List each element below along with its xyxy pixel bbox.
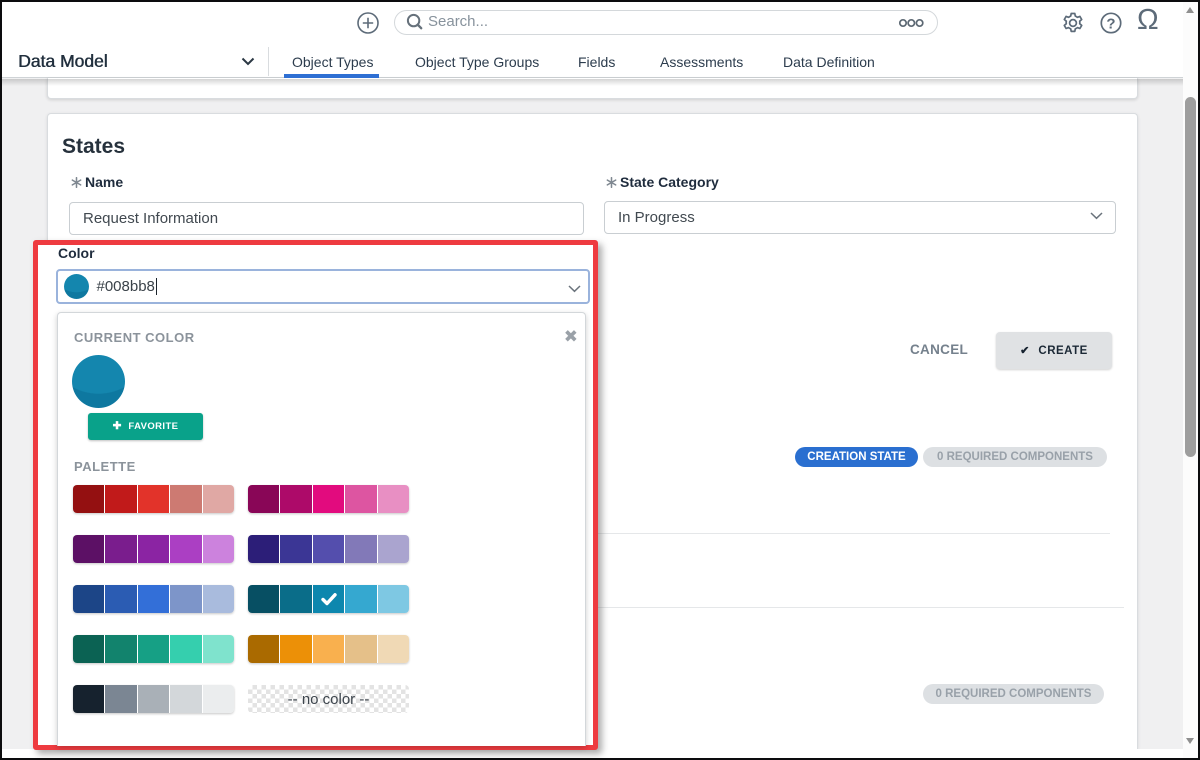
svg-text:?: ? [1106,16,1115,33]
